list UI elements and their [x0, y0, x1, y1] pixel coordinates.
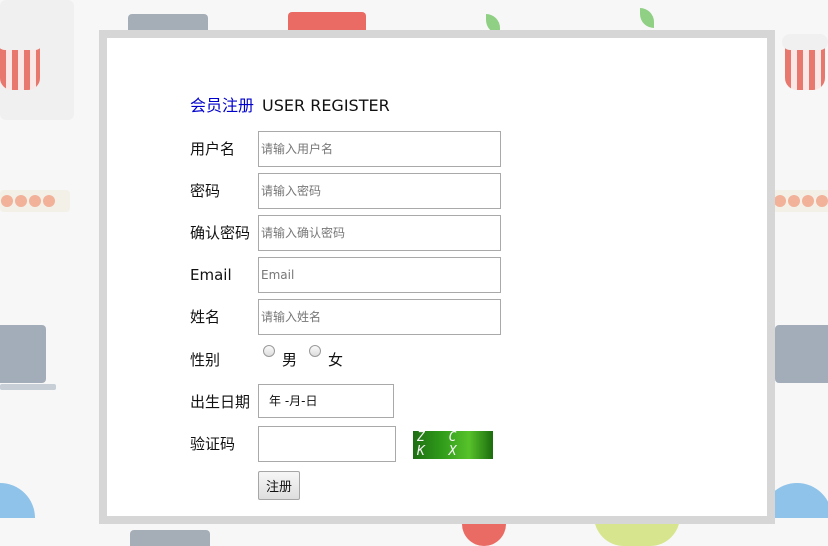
name-label: 姓名 [190, 308, 221, 326]
title-english: USER REGISTER [262, 96, 390, 115]
email-label: Email [190, 266, 232, 284]
birthday-label: 出生日期 [190, 393, 251, 411]
username-label: 用户名 [190, 140, 236, 158]
female-radio[interactable] [309, 345, 321, 357]
register-button[interactable]: 注册 [258, 471, 300, 500]
female-label: 女 [328, 351, 344, 369]
row-gender: 性别 男 女 [190, 342, 390, 378]
captcha-input[interactable] [258, 426, 396, 462]
confirm-password-input[interactable] [258, 215, 501, 251]
email-input[interactable] [258, 257, 501, 293]
form-title: 会员注册 USER REGISTER [190, 90, 390, 122]
register-panel: 会员注册 USER REGISTER 用户名 密码 确认密码 Email 姓名 性… [99, 30, 775, 524]
confirm-password-label: 确认密码 [190, 224, 251, 242]
title-link-member-register[interactable]: 会员注册 [190, 96, 254, 115]
row-captcha: 验证码 Z C K X [190, 426, 510, 462]
gender-label: 性别 [190, 351, 221, 369]
male-radio[interactable] [263, 345, 275, 357]
captcha-label: 验证码 [190, 435, 236, 453]
username-input[interactable] [258, 131, 501, 167]
captcha-image-text: Z C K X [417, 430, 465, 459]
birthday-date-input[interactable]: 年 -月-日 [258, 384, 394, 418]
password-input[interactable] [258, 173, 501, 209]
name-input[interactable] [258, 299, 501, 335]
password-label: 密码 [190, 182, 221, 200]
male-label: 男 [282, 351, 298, 369]
captcha-image[interactable]: Z C K X [413, 431, 493, 459]
